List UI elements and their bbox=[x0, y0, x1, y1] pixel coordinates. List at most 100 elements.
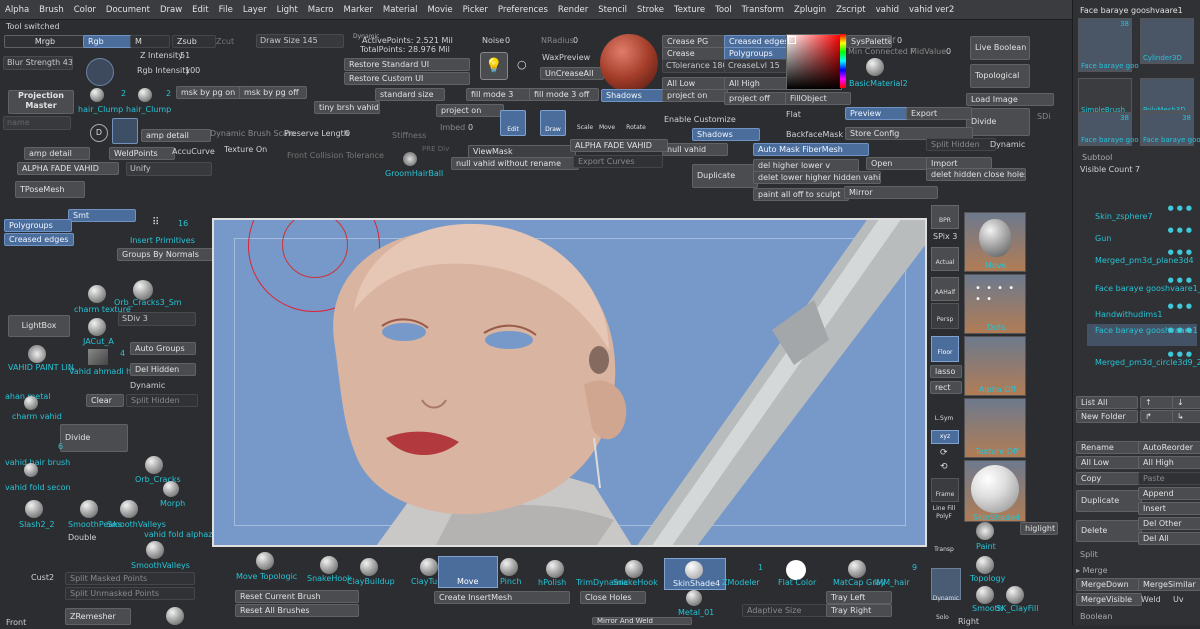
charm-texture-icon[interactable] bbox=[88, 285, 106, 303]
unify-slider[interactable]: Unify bbox=[126, 162, 212, 176]
subtool-row[interactable]: Skin_zsphere7 ●●● bbox=[1087, 202, 1197, 224]
weld-toggle[interactable]: Weld bbox=[1141, 595, 1161, 604]
visibility-eye-icon[interactable]: ●●● bbox=[1168, 204, 1195, 212]
topological-button[interactable]: Topological bbox=[970, 64, 1030, 88]
rgb-button[interactable]: Rgb bbox=[83, 35, 133, 48]
front-label[interactable]: Front bbox=[6, 618, 26, 627]
subtool-row[interactable]: Merged_pm3d_circle3d9_2 ●●● bbox=[1087, 348, 1200, 370]
orb-cracks-icon[interactable] bbox=[145, 456, 163, 474]
frame-button[interactable]: Frame bbox=[931, 478, 959, 502]
tool-thumb[interactable]: Cylinder3D bbox=[1140, 18, 1194, 64]
floor-button[interactable]: Floor bbox=[931, 336, 959, 362]
rgb-intensity-value[interactable]: 100 bbox=[185, 66, 200, 75]
reset-all-brushes-button[interactable]: Reset All Brushes bbox=[235, 604, 359, 617]
visibility-eye-icon[interactable]: ●●● bbox=[1168, 276, 1195, 284]
split-hidden-button-top[interactable]: Split Hidden bbox=[926, 138, 996, 151]
restore-standard-ui-button[interactable]: Restore Standard UI bbox=[344, 58, 470, 71]
arrow-down-button[interactable]: ↓ bbox=[1172, 396, 1200, 409]
spix-slider[interactable]: SPix 3 bbox=[933, 232, 957, 241]
live-boolean-button[interactable]: Live Boolean bbox=[970, 36, 1030, 60]
morph-brush[interactable]: Morph bbox=[160, 499, 185, 508]
preview-button[interactable]: Preview bbox=[845, 107, 911, 120]
smooth-icon[interactable] bbox=[976, 586, 994, 604]
menu-picker[interactable]: Picker bbox=[458, 5, 493, 15]
midvalue-value[interactable]: 0 bbox=[946, 47, 951, 56]
texture-on-toggle[interactable]: Texture On bbox=[224, 145, 267, 154]
split-unmasked-points-button[interactable]: Split Unmasked Points bbox=[65, 587, 195, 600]
tray-left-button[interactable]: Tray Left bbox=[826, 591, 892, 604]
visibility-eye-icon[interactable]: ●●● bbox=[1168, 350, 1195, 358]
menu-vahid[interactable]: vahid bbox=[871, 5, 904, 15]
duplicate-subtool-button[interactable]: Duplicate bbox=[1076, 490, 1142, 512]
del-all-button[interactable]: Del All bbox=[1138, 532, 1200, 545]
sk-clayfill-icon[interactable] bbox=[1006, 586, 1024, 604]
move-brush-active[interactable]: Move bbox=[438, 556, 498, 588]
alpha-fade-vahid-button[interactable]: ALPHA FADE VAHID bbox=[17, 162, 119, 175]
all-high-subtool-button[interactable]: All High bbox=[1138, 456, 1200, 469]
basic-material-icon[interactable] bbox=[866, 58, 884, 76]
all-high-button[interactable]: All High bbox=[724, 77, 790, 90]
flat-toggle[interactable]: Flat bbox=[786, 110, 801, 119]
light-bulb-icon[interactable]: 💡 bbox=[480, 52, 508, 80]
hpolish-icon[interactable] bbox=[546, 560, 564, 578]
slash2-brush[interactable]: Slash2_2 bbox=[19, 520, 55, 529]
menu-tool[interactable]: Tool bbox=[710, 5, 737, 15]
rect-button[interactable]: rect bbox=[930, 381, 962, 394]
smt-button[interactable]: Smt bbox=[68, 209, 136, 222]
lightbox-button[interactable]: LightBox bbox=[8, 315, 70, 337]
delet-lower-higher-button[interactable]: delet lower higher hidden vahid bbox=[753, 171, 881, 184]
menu-brush[interactable]: Brush bbox=[34, 5, 69, 15]
tposemesh-button[interactable]: TPoseMesh bbox=[15, 181, 85, 198]
vahid-fold-alpha-brush[interactable]: vahid fold alphaz bbox=[144, 530, 212, 539]
hair-clump-icon[interactable] bbox=[90, 88, 104, 102]
auto-groups-button[interactable]: Auto Groups bbox=[130, 342, 196, 355]
close-holes-button[interactable]: Close Holes bbox=[580, 591, 646, 604]
pinch-icon[interactable] bbox=[500, 558, 518, 576]
line-fill-polyf-button[interactable]: Line Fill PolyF bbox=[931, 505, 957, 527]
d-icon[interactable]: D bbox=[90, 124, 108, 142]
hair-clump-icon-2[interactable] bbox=[138, 88, 152, 102]
imbed-value[interactable]: 0 bbox=[468, 123, 473, 132]
alpha-fade-vahid-button-2[interactable]: ALPHA FADE VAHID bbox=[570, 139, 668, 152]
vahid-paint-icon[interactable] bbox=[28, 345, 46, 363]
project-on-button-2[interactable]: project on bbox=[662, 89, 728, 102]
auto-mask-fibermesh-button[interactable]: Auto Mask FiberMesh bbox=[753, 143, 869, 156]
menu-zplugin[interactable]: Zplugin bbox=[789, 5, 831, 15]
smoothvalleys-icon[interactable] bbox=[120, 500, 138, 518]
amp-detail-button-2[interactable]: amp detail bbox=[24, 147, 90, 160]
rotate-z-icon[interactable]: ⟲ bbox=[940, 462, 948, 472]
dynamic-toggle-top[interactable]: Dynamic bbox=[990, 140, 1025, 149]
alpha-off-thumb[interactable]: Alpha Off bbox=[964, 336, 1026, 396]
orb-cracks3-brush[interactable]: Orb_Cracks3_Sm bbox=[114, 298, 182, 307]
mergevisible-button[interactable]: MergeVisible bbox=[1076, 593, 1142, 606]
menu-material[interactable]: Material bbox=[378, 5, 423, 15]
charm-vahid-icon[interactable] bbox=[24, 396, 38, 410]
split-hidden-button[interactable]: Split Hidden bbox=[126, 394, 198, 407]
smoothpeaks-icon[interactable] bbox=[80, 500, 98, 518]
grid-dots-icon[interactable]: ⠿ bbox=[152, 217, 166, 231]
vahid-fold-second-brush[interactable]: vahid fold secon bbox=[5, 483, 71, 492]
flat-color-icon[interactable] bbox=[786, 560, 806, 580]
orb-cracks3-icon[interactable] bbox=[133, 280, 153, 300]
move-brush-thumb[interactable]: Move bbox=[964, 212, 1026, 272]
skinshade4-material-active[interactable]: SkinShade4 bbox=[664, 558, 726, 590]
merge-section[interactable]: ▸ Merge bbox=[1076, 566, 1108, 575]
smoothvalleys-brush-2[interactable]: SmoothValleys bbox=[131, 561, 190, 570]
lsym-button[interactable]: L.Sym bbox=[931, 404, 957, 424]
imm-hair-brush[interactable]: IMM_hair bbox=[874, 578, 910, 587]
projection-master-button[interactable]: Projection Master bbox=[8, 90, 74, 114]
actual-button[interactable]: Actual bbox=[931, 247, 959, 271]
canvas-viewport[interactable] bbox=[212, 218, 927, 547]
tray-right-button[interactable]: Tray Right bbox=[826, 604, 892, 617]
zmodeler-brush[interactable]: ZModeler bbox=[722, 578, 760, 587]
gizmo-icon[interactable] bbox=[112, 118, 138, 144]
list-all-button[interactable]: List All bbox=[1076, 396, 1138, 409]
bpr-button[interactable]: BPR bbox=[931, 205, 959, 229]
fill-mode-3-off-button[interactable]: fill mode 3 off bbox=[529, 88, 599, 101]
tool-thumb[interactable]: Face baraye goo 38 bbox=[1078, 18, 1139, 72]
create-insertmesh-button[interactable]: Create InsertMesh bbox=[434, 591, 570, 604]
msk-by-pg-on-button[interactable]: msk by pg on bbox=[176, 86, 242, 99]
del-other-button[interactable]: Del Other bbox=[1138, 517, 1200, 530]
blur-strength-slider[interactable]: Blur Strength 43 bbox=[3, 56, 73, 70]
move-up-arrow-icon[interactable]: ↱ bbox=[1140, 410, 1176, 423]
